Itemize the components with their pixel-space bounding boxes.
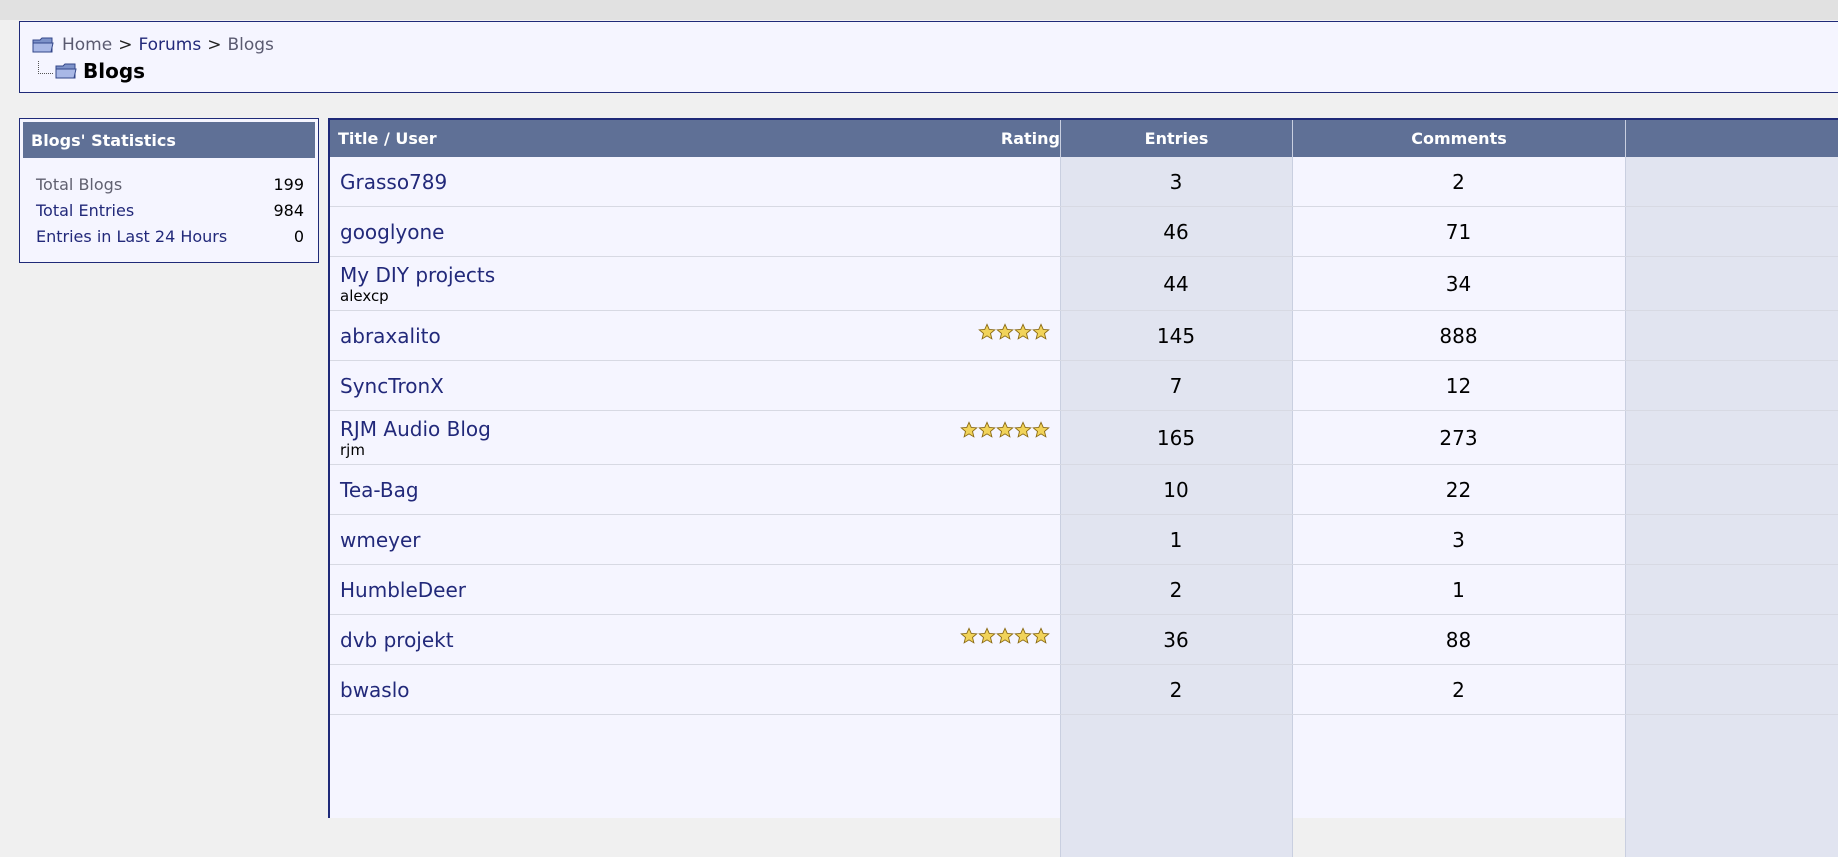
star-icon [978, 421, 996, 439]
entries-count: 7 [1169, 374, 1183, 398]
entries-count: 36 [1163, 628, 1189, 652]
table-row: bwaslo 2 2 [330, 665, 1838, 715]
blog-title-link[interactable]: My DIY projects [340, 263, 495, 287]
stat-total-blogs: Total Blogs 199 [20, 171, 318, 197]
blog-title-link[interactable]: RJM Audio Blog [340, 417, 491, 441]
table-row: wmeyer 1 3 [330, 515, 1838, 565]
blogs-table: Title / User Rating Entries Comments Gra… [328, 118, 1838, 857]
column-header-title-user[interactable]: Title / User [338, 120, 738, 157]
star-icon [996, 627, 1014, 645]
breadcrumb-separator: > [118, 35, 133, 55]
blog-title-link[interactable]: bwaslo [340, 678, 410, 702]
entries-count: 44 [1163, 272, 1189, 296]
stat-label-link[interactable]: Total Entries [36, 201, 134, 220]
comments-count: 888 [1439, 324, 1478, 348]
breadcrumb-current: Blogs [227, 35, 274, 55]
comments-count: 34 [1445, 272, 1472, 296]
stat-entries-last-24h[interactable]: Entries in Last 24 Hours 0 [20, 223, 318, 249]
entries-count: 145 [1156, 324, 1196, 348]
star-icon [960, 421, 978, 439]
comments-count: 88 [1445, 628, 1472, 652]
comments-count: 273 [1439, 426, 1478, 450]
entries-count: 3 [1169, 170, 1183, 194]
blog-title-link[interactable]: Tea-Bag [340, 478, 419, 502]
stat-total-entries[interactable]: Total Entries 984 [20, 197, 318, 223]
table-row: My DIY projects alexcp 44 34 [330, 257, 1838, 311]
entries-count: 46 [1163, 220, 1189, 244]
navigation-box: Home > Forums > Blogs Blogs [19, 21, 1838, 93]
comments-count: 2 [1452, 678, 1465, 702]
star-icon [1032, 323, 1050, 341]
statistics-header: Blogs' Statistics [23, 122, 315, 158]
comments-count: 1 [1452, 578, 1465, 602]
blog-user: alexcp [340, 287, 389, 305]
comments-count: 22 [1445, 478, 1472, 502]
table-row: HumbleDeer 2 1 [330, 565, 1838, 615]
entries-count: 2 [1169, 578, 1183, 602]
star-icon [978, 627, 996, 645]
stat-value: 984 [273, 200, 304, 220]
folder-icon [32, 37, 54, 53]
breadcrumb-forums-link[interactable]: Forums [138, 35, 201, 55]
table-row: googlyone 46 71 [330, 207, 1838, 257]
stat-label: Total Blogs [36, 174, 123, 194]
table-row: dvb projekt 36 88 [330, 615, 1838, 665]
star-icon [996, 323, 1014, 341]
star-icon [1032, 627, 1050, 645]
table-row: Tea-Bag 10 22 [330, 465, 1838, 515]
stat-value: 199 [273, 174, 304, 194]
comments-count: 71 [1445, 220, 1472, 244]
table-header: Title / User Rating Entries Comments [330, 120, 1838, 157]
blog-title-link[interactable]: Grasso789 [340, 170, 447, 194]
breadcrumb-separator: > [207, 35, 222, 55]
column-header-comments[interactable]: Comments [1292, 120, 1625, 157]
column-header-rating[interactable]: Rating [950, 120, 1060, 157]
table-row: SyncTronX 7 12 [330, 361, 1838, 411]
page-title: Blogs [83, 59, 146, 83]
star-icon [1014, 421, 1032, 439]
rating-stars [978, 323, 1050, 341]
stat-label-link[interactable]: Entries in Last 24 Hours [36, 227, 227, 246]
entries-count: 2 [1169, 678, 1183, 702]
breadcrumb: Home > Forums > Blogs [32, 34, 274, 56]
entries-count: 165 [1156, 426, 1196, 450]
folder-icon [55, 63, 77, 79]
tree-connector [38, 60, 53, 74]
blog-user: rjm [340, 441, 365, 459]
column-header-last [1625, 120, 1838, 157]
table-row: RJM Audio Blog rjm 165 273 [330, 411, 1838, 465]
table-row: Grasso789 3 2 [330, 157, 1838, 207]
star-icon [960, 627, 978, 645]
page-title-row: Blogs [38, 58, 145, 84]
entries-count: 1 [1169, 528, 1183, 552]
comments-count: 2 [1452, 170, 1465, 194]
blog-title-link[interactable]: SyncTronX [340, 374, 444, 398]
blogs-statistics-panel: Blogs' Statistics Total Blogs 199 Total … [19, 118, 319, 263]
star-icon [996, 421, 1014, 439]
star-icon [978, 323, 996, 341]
blog-title-link[interactable]: abraxalito [340, 324, 441, 348]
blog-title-link[interactable]: googlyone [340, 220, 444, 244]
star-icon [1014, 323, 1032, 341]
browser-top-strip [0, 0, 1838, 20]
star-icon [1014, 627, 1032, 645]
rating-stars [960, 421, 1050, 439]
stat-value: 0 [293, 226, 304, 246]
blog-title-link[interactable]: HumbleDeer [340, 578, 466, 602]
comments-count: 12 [1445, 374, 1472, 398]
blog-title-link[interactable]: dvb projekt [340, 628, 454, 652]
rating-stars [960, 627, 1050, 645]
blog-title-link[interactable]: wmeyer [340, 528, 421, 552]
breadcrumb-home-link[interactable]: Home [62, 35, 112, 55]
column-header-entries[interactable]: Entries [1060, 120, 1292, 157]
star-icon [1032, 421, 1050, 439]
table-row: abraxalito 145 888 [330, 311, 1838, 361]
entries-count: 10 [1163, 478, 1189, 502]
comments-count: 3 [1452, 528, 1465, 552]
